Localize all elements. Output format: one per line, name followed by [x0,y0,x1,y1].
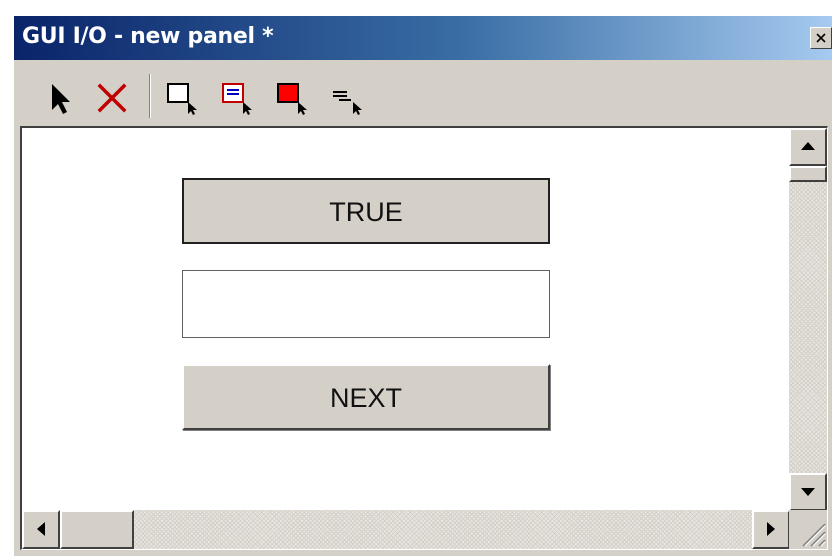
label-lines-cursor-icon [333,91,362,115]
add-button-tool[interactable] [164,80,200,116]
toolbar [14,60,832,126]
scroll-right-button[interactable] [752,510,790,549]
add-textbox-tool[interactable] [219,80,255,116]
red-x-icon [97,83,127,113]
horizontal-scrollbar[interactable] [22,510,790,549]
delete-tool-button[interactable] [94,80,130,116]
resize-grip[interactable] [789,510,827,549]
close-icon [816,33,826,43]
panel-text-input[interactable] [182,270,550,338]
true-button[interactable]: TRUE [182,178,550,244]
vertical-scrollbar[interactable] [789,128,827,511]
textbox-cursor-icon [222,83,252,115]
panel-canvas[interactable]: TRUE NEXT [22,128,790,511]
panel-window: GUI I/O - new panel * TRUE NEXT [12,14,832,556]
vertical-scroll-thumb[interactable] [789,166,827,182]
scroll-up-button[interactable] [789,128,827,166]
add-label-tool[interactable] [329,80,365,116]
window-title: GUI I/O - new panel * [22,24,274,49]
scroll-down-button[interactable] [789,473,827,511]
scroll-left-button[interactable] [22,510,60,549]
arrow-left-icon [37,522,45,536]
arrow-up-icon [801,142,815,150]
red-box-cursor-icon [277,83,307,115]
arrow-right-icon [767,522,775,536]
select-tool-button[interactable] [44,80,80,116]
resize-grip-icon [802,523,826,547]
title-bar[interactable]: GUI I/O - new panel * [14,16,832,60]
horizontal-scroll-thumb[interactable] [60,510,134,549]
toolbar-separator [149,74,151,118]
close-button[interactable] [810,27,832,49]
panel-canvas-frame: TRUE NEXT [20,126,828,550]
button-cursor-icon [167,83,197,115]
arrow-down-icon [801,488,815,496]
add-indicator-tool[interactable] [274,80,310,116]
arrow-pointer-icon [52,84,70,114]
next-button[interactable]: NEXT [182,364,550,430]
